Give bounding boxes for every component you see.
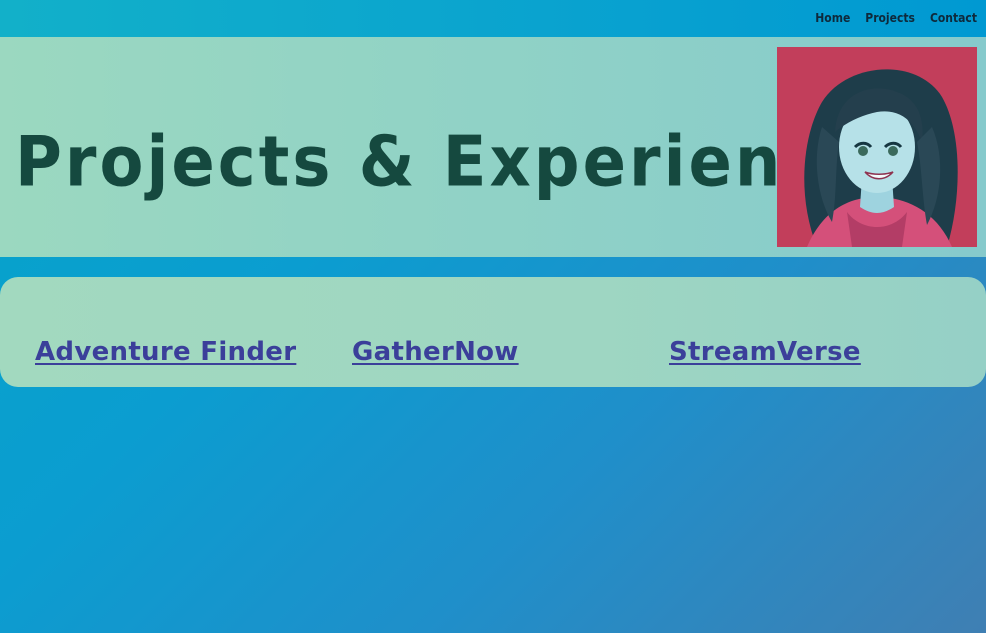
project-link-adventure-finder[interactable]: Adventure Finder xyxy=(35,337,296,367)
portrait-illustration xyxy=(777,47,977,247)
avatar-portrait xyxy=(777,47,977,247)
top-nav-bar: Home Projects Contact xyxy=(0,0,986,37)
page-title: Projects & Experience xyxy=(15,123,871,203)
projects-list: Adventure Finder GatherNow StreamVerse xyxy=(0,277,986,387)
nav-projects-link[interactable]: Projects xyxy=(865,11,915,25)
project-link-gathernow[interactable]: GatherNow xyxy=(352,337,519,367)
nav-home-link[interactable]: Home xyxy=(815,11,850,25)
project-link-streamverse[interactable]: StreamVerse xyxy=(669,337,861,367)
top-nav: Home Projects Contact xyxy=(815,11,977,25)
nav-contact-link[interactable]: Contact xyxy=(930,11,977,25)
